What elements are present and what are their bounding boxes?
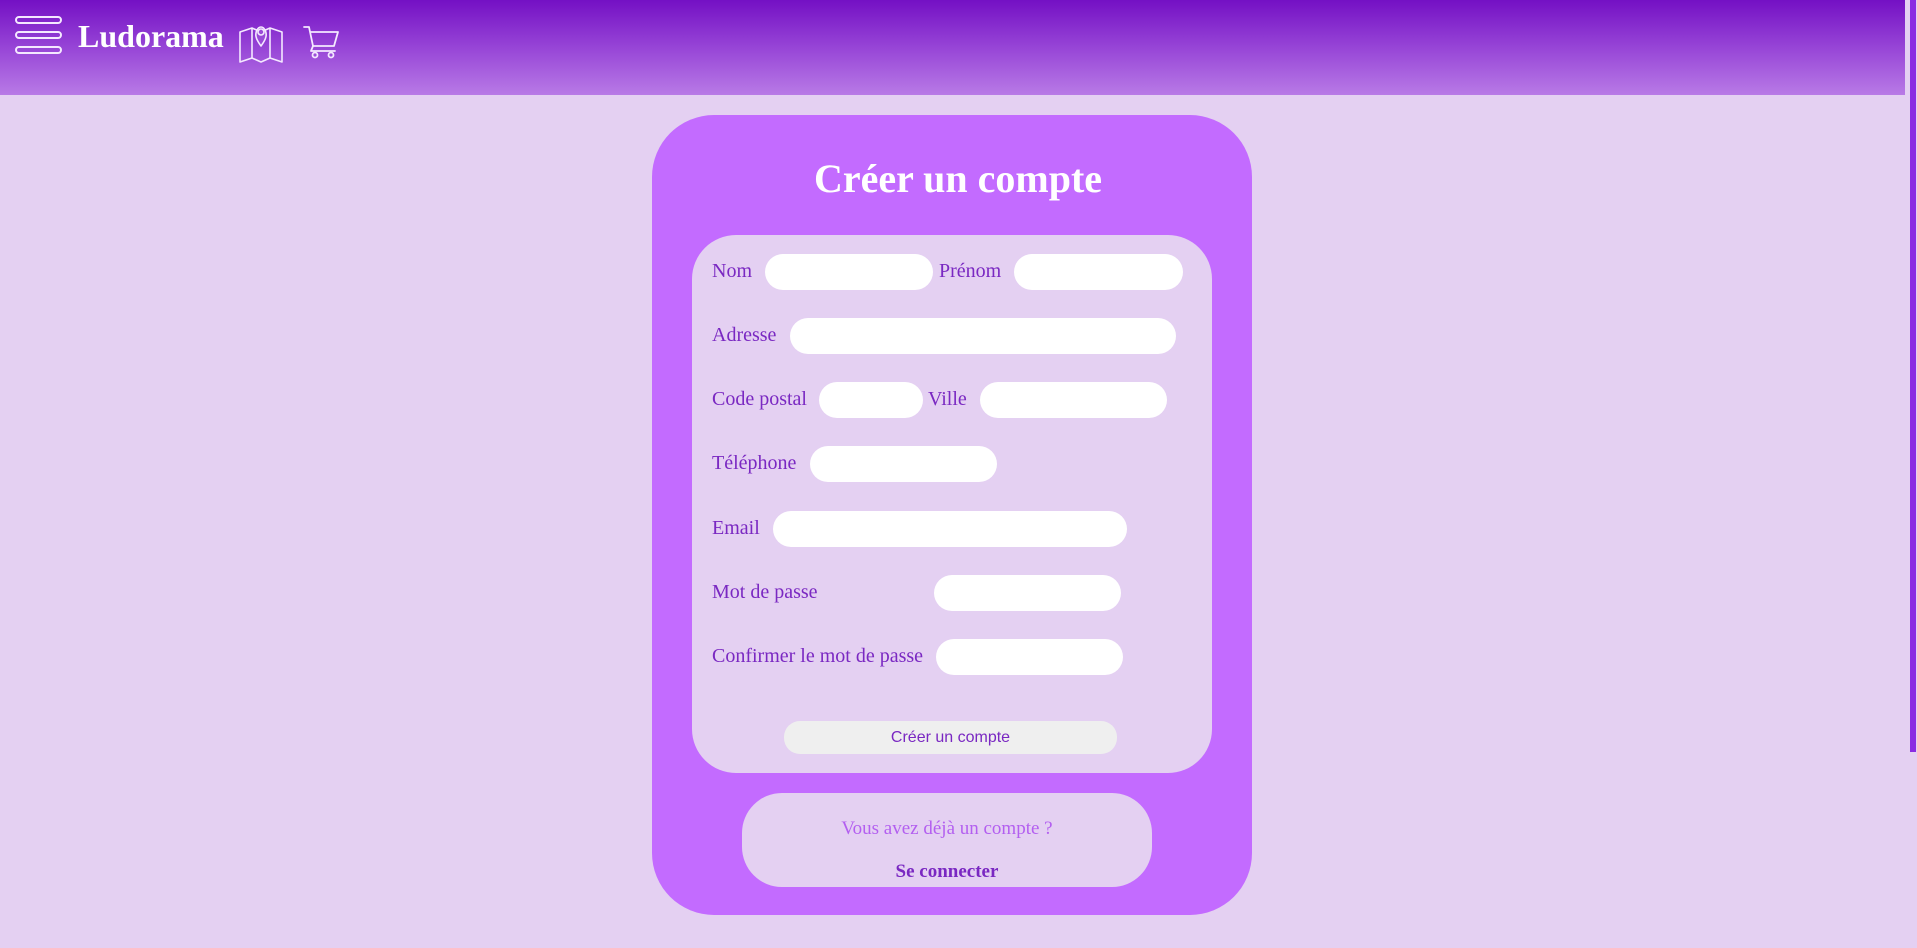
signup-form: Nom Prénom Adresse Code postal Ville Tél… (692, 235, 1212, 773)
login-link[interactable]: Se connecter (742, 861, 1152, 883)
map-pin-icon[interactable] (238, 20, 284, 64)
shopping-cart-icon[interactable] (303, 24, 340, 59)
nom-label: Nom (712, 260, 752, 282)
prenom-input[interactable] (1014, 254, 1183, 290)
scrollbar-thumb[interactable] (1910, 0, 1916, 752)
email-label: Email (712, 517, 760, 539)
nom-input[interactable] (765, 254, 933, 290)
adresse-input[interactable] (790, 318, 1176, 354)
brand-logo[interactable]: Ludorama (78, 18, 224, 54)
ville-label: Ville (928, 388, 967, 410)
hamburger-menu-icon[interactable] (15, 16, 63, 58)
confirmer-mot-de-passe-input[interactable] (936, 639, 1123, 675)
page-title: Créer un compte (813, 156, 1103, 201)
signup-card: Créer un compte Nom Prénom Adresse Code … (652, 115, 1252, 915)
confirmer-mot-de-passe-label: Confirmer le mot de passe (712, 645, 924, 667)
page-scrollbar[interactable] (1905, 0, 1917, 948)
login-question-text: Vous avez déjà un compte ? (841, 818, 1053, 839)
create-account-button[interactable]: Créer un compte (784, 721, 1117, 754)
mot-de-passe-label: Mot de passe (712, 581, 818, 603)
telephone-input[interactable] (810, 446, 997, 482)
prenom-label: Prénom (939, 260, 1002, 282)
email-input[interactable] (773, 511, 1127, 547)
login-prompt-panel: Vous avez déjà un compte ? Se connecter (742, 793, 1152, 887)
ville-input[interactable] (980, 382, 1167, 418)
mot-de-passe-input[interactable] (934, 575, 1121, 611)
adresse-label: Adresse (712, 324, 777, 346)
telephone-label: Téléphone (712, 452, 797, 474)
code-postal-input[interactable] (819, 382, 923, 418)
top-navigation-bar: Ludorama (0, 0, 1905, 95)
code-postal-label: Code postal (712, 388, 807, 410)
